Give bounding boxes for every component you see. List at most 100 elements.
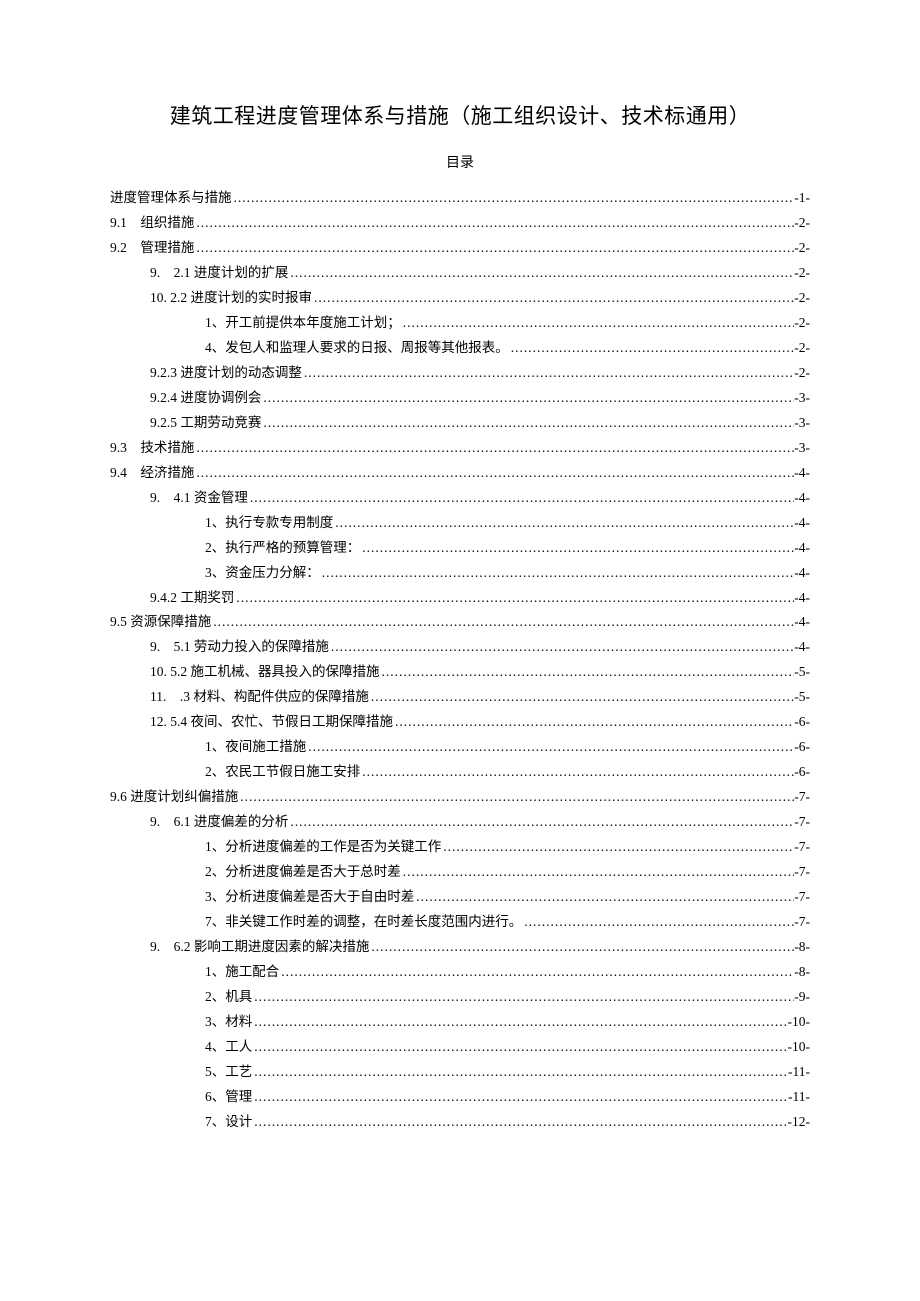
toc-entry: 3、材料-10- <box>110 1010 810 1035</box>
toc-entry-text: 9.6 进度计划纠偏措施 <box>110 785 238 810</box>
toc-leader-dots <box>360 760 794 785</box>
toc-leader-dots <box>194 461 794 486</box>
toc-leader-dots <box>509 336 795 361</box>
toc-leader-dots <box>252 1010 787 1035</box>
toc-entry: 9.5 资源保障措施-4- <box>110 610 810 635</box>
toc-entry-text: 3、材料 <box>205 1010 252 1035</box>
toc-leader-dots <box>211 610 794 635</box>
toc-leader-dots <box>393 710 794 735</box>
toc-entry-page: -4- <box>794 461 810 486</box>
toc-entry-text: 5、工艺 <box>205 1060 252 1085</box>
toc-entry: 10. 2.2 进度计划的实时报审 -2- <box>110 286 810 311</box>
toc-entry-page: -8- <box>794 960 810 985</box>
toc-entry: 9. 5.1 劳动力投入的保障措施-4- <box>110 635 810 660</box>
toc-entry-page: -5- <box>794 685 810 710</box>
toc-entry-page: -11- <box>788 1060 810 1085</box>
toc-entry-text: 9. 2.1 进度计划的扩展 <box>150 261 288 286</box>
toc-entry: 9. 2.1 进度计划的扩展 -2- <box>110 261 810 286</box>
toc-entry-page: -4- <box>794 511 810 536</box>
toc-leader-dots <box>252 1110 787 1135</box>
toc-leader-dots <box>522 910 794 935</box>
toc-entry-text: 2、执行严格的预算管理： <box>205 536 360 561</box>
toc-entry-page: -7- <box>794 910 810 935</box>
toc-leader-dots <box>312 286 794 311</box>
toc-entry-text: 9.2.4 进度协调例会 <box>150 386 261 411</box>
toc-entry-text: 9.2.3 进度计划的动态调整 <box>150 361 302 386</box>
toc-leader-dots <box>252 1060 788 1085</box>
toc-entry-page: -9- <box>794 985 810 1010</box>
toc-entry-text: 1、开工前提供本年度施工计划； <box>205 311 401 336</box>
toc-leader-dots <box>320 561 795 586</box>
toc-entry-text: 1、执行专款专用制度 <box>205 511 333 536</box>
toc-entry-text: 9.2.5 工期劳动竞赛 <box>150 411 261 436</box>
toc-entry-text: 9.2 管理措施 <box>110 236 194 261</box>
toc-entry-page: -3- <box>794 386 810 411</box>
toc-entry-page: -8- <box>794 935 810 960</box>
toc-entry-text: 1、夜间施工措施 <box>205 735 306 760</box>
toc-entry-page: -12- <box>788 1110 811 1135</box>
toc-leader-dots <box>333 511 794 536</box>
toc-entry-text: 10. 5.2 施工机械、器具投入的保障措施 <box>150 660 380 685</box>
toc-leader-dots <box>329 635 794 660</box>
toc-entry-page: -7- <box>794 785 810 810</box>
toc-entry: 1、分析进度偏差的工作是否为关键工作 -7- <box>110 835 810 860</box>
toc-entry: 1、施工配合 -8- <box>110 960 810 985</box>
toc-entry-text: 4、发包人和监理人要求的日报、周报等其他报表。 <box>205 336 509 361</box>
toc-entry: 11. .3 材料、构配件供应的保障措施 -5- <box>110 685 810 710</box>
toc-heading: 目录 <box>110 152 810 172</box>
toc-entry: 12. 5.4 夜间、农忙、节假日工期保障措施-6- <box>110 710 810 735</box>
toc-entry-page: -3- <box>794 436 810 461</box>
toc-entry-text: 1、分析进度偏差的工作是否为关键工作 <box>205 835 441 860</box>
toc-entry: 6、管理-11- <box>110 1085 810 1110</box>
toc-entry-page: -2- <box>794 261 810 286</box>
toc-entry-text: 9.1 组织措施 <box>110 211 194 236</box>
toc-entry: 2、农民工节假日施工安排-6- <box>110 760 810 785</box>
toc-leader-dots <box>369 935 794 960</box>
toc-entry: 9. 6.2 影响工期进度因素的解决措施 -8- <box>110 935 810 960</box>
toc-entry-text: 4、工人 <box>205 1035 252 1060</box>
toc-leader-dots <box>302 361 794 386</box>
toc-entry: 9.6 进度计划纠偏措施 -7- <box>110 785 810 810</box>
toc-leader-dots <box>252 985 794 1010</box>
document-page: 建筑工程进度管理体系与措施（施工组织设计、技术标通用） 目录 进度管理体系与措施… <box>0 0 920 1301</box>
toc-entry-page: -2- <box>794 361 810 386</box>
toc-leader-dots <box>306 735 794 760</box>
toc-leader-dots <box>401 860 795 885</box>
toc-leader-dots <box>261 386 794 411</box>
toc-entry-text: 9. 6.2 影响工期进度因素的解决措施 <box>150 935 369 960</box>
toc-leader-dots <box>252 1085 788 1110</box>
toc-entry: 7、设计 -12- <box>110 1110 810 1135</box>
toc-leader-dots <box>234 586 794 611</box>
toc-entry: 2、执行严格的预算管理：-4- <box>110 536 810 561</box>
toc-entry-text: 7、设计 <box>205 1110 252 1135</box>
toc-entry: 9.2.4 进度协调例会 -3- <box>110 386 810 411</box>
toc-entry-text: 9. 6.1 进度偏差的分析 <box>150 810 288 835</box>
toc-entry-text: 12. 5.4 夜间、农忙、节假日工期保障措施 <box>150 710 393 735</box>
toc-entry-page: -7- <box>794 860 810 885</box>
toc-entry-page: -6- <box>794 735 810 760</box>
toc-entry-page: -7- <box>794 810 810 835</box>
toc-entry-text: 10. 2.2 进度计划的实时报审 <box>150 286 312 311</box>
toc-entry-page: -10- <box>788 1035 811 1060</box>
toc-leader-dots <box>261 411 794 436</box>
toc-entry-page: -4- <box>794 486 810 511</box>
toc-leader-dots <box>252 1035 787 1060</box>
document-title: 建筑工程进度管理体系与措施（施工组织设计、技术标通用） <box>110 100 810 130</box>
toc-leader-dots <box>194 436 794 461</box>
toc-entry-page: -7- <box>794 885 810 910</box>
toc-entry-text: 2、农民工节假日施工安排 <box>205 760 360 785</box>
toc-entry-text: 9.4 经济措施 <box>110 461 194 486</box>
toc-entry: 5、工艺 -11- <box>110 1060 810 1085</box>
toc-entry-text: 1、施工配合 <box>205 960 279 985</box>
toc-entry: 7、非关键工作时差的调整，在时差长度范围内进行。-7- <box>110 910 810 935</box>
toc-leader-dots <box>194 211 794 236</box>
toc-entry-text: 11. .3 材料、构配件供应的保障措施 <box>150 685 369 710</box>
toc-leader-dots <box>360 536 794 561</box>
toc-entry-page: -2- <box>794 311 810 336</box>
toc-entry-page: -2- <box>794 286 810 311</box>
toc-entry-text: 3、资金压力分解： <box>205 561 320 586</box>
toc-leader-dots <box>414 885 794 910</box>
toc-entry: 9.2.5 工期劳动竞赛-3- <box>110 411 810 436</box>
toc-entry-page: -7- <box>794 835 810 860</box>
table-of-contents: 进度管理体系与措施-1-9.1 组织措施-2-9.2 管理措施-2-9. 2.1… <box>110 186 810 1135</box>
